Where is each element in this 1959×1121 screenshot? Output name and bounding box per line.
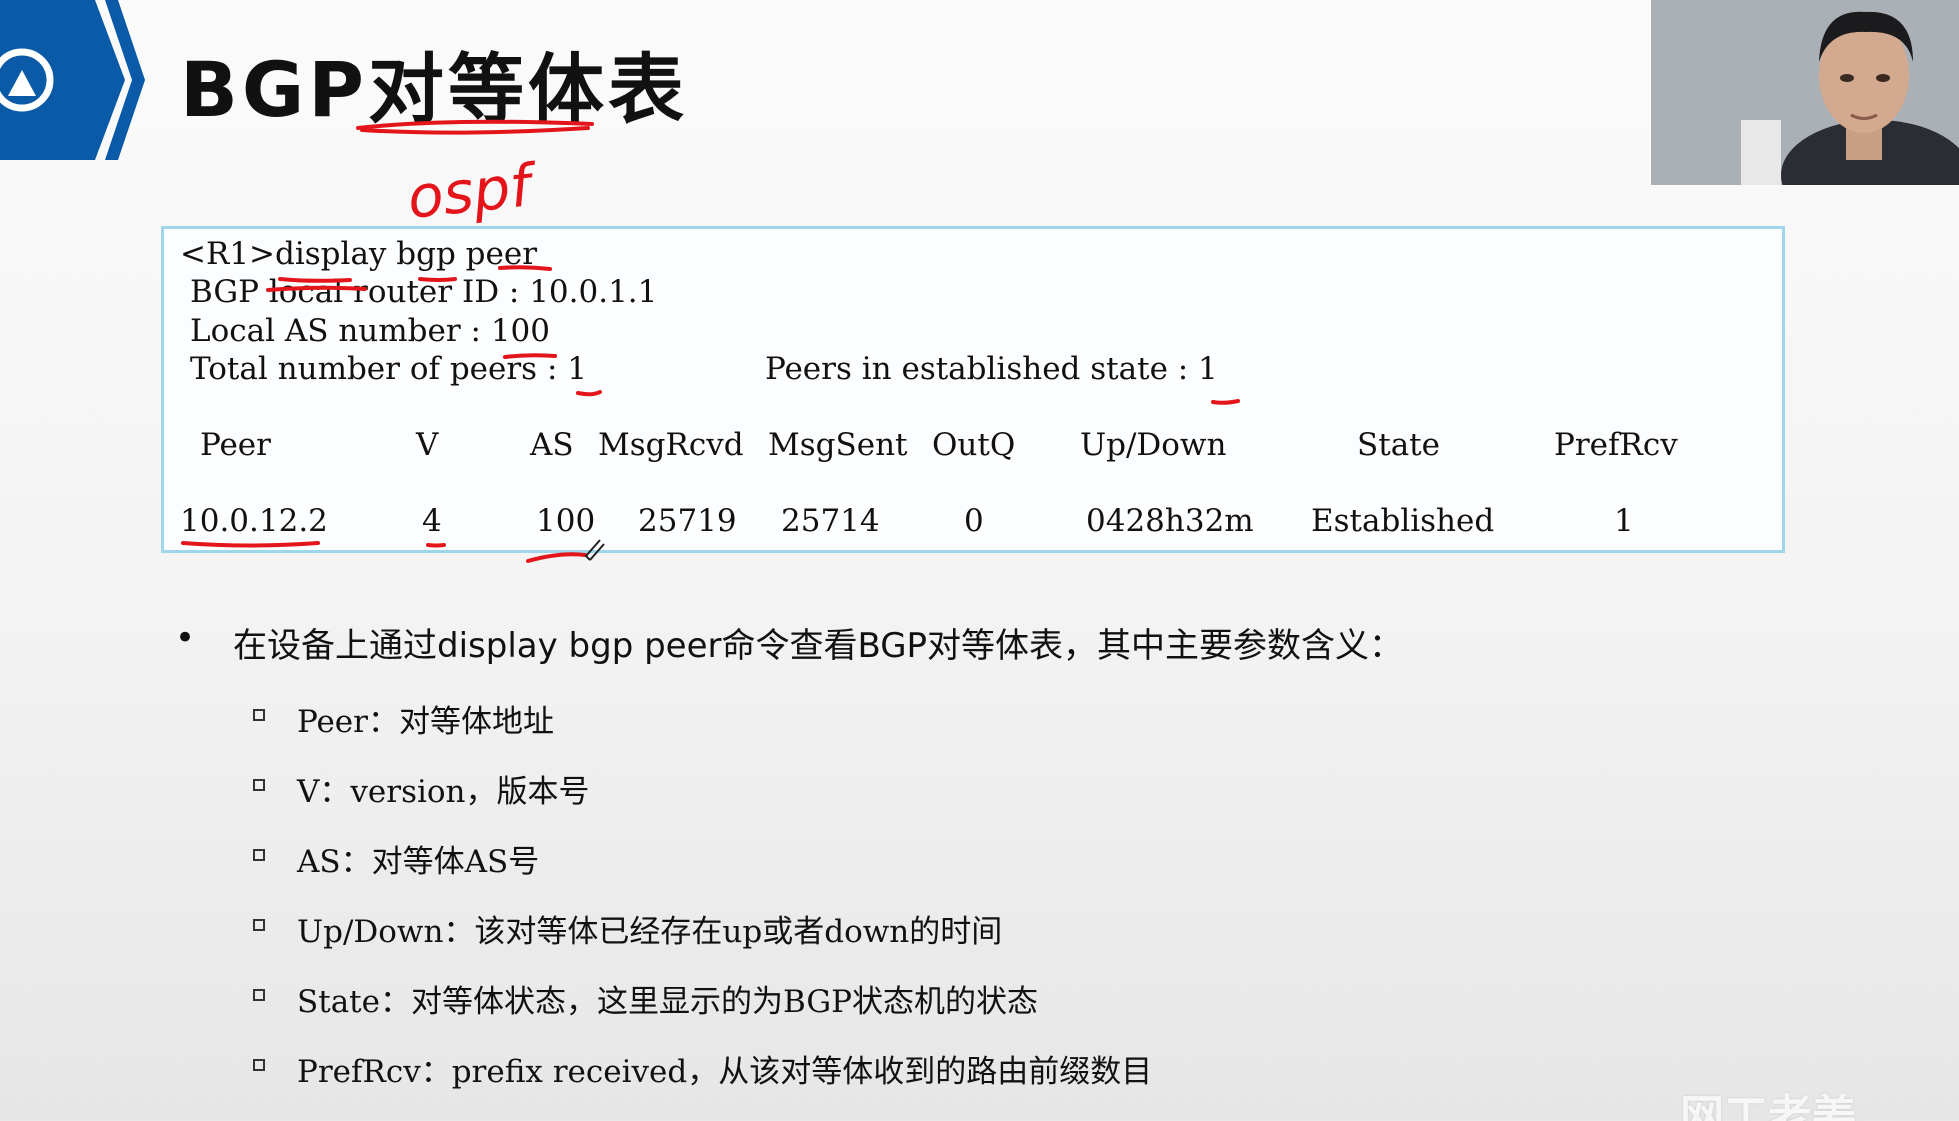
row-peer: 10.0.12.2 (180, 503, 328, 539)
square-bullet-icon (253, 989, 265, 1001)
cli-router-id: BGP local router ID : 10.0.1.1 (190, 274, 658, 310)
square-bullet-icon (253, 779, 265, 791)
webcam-video (1651, 0, 1959, 185)
header-msgsent: MsgSent (768, 427, 908, 463)
row-state: Established (1311, 503, 1495, 539)
watermark: 网工老姜 (1680, 1091, 1856, 1121)
header-msgrcvd: MsgRcvd (598, 427, 744, 463)
sub-bullet-text: V：version，版本号 (297, 774, 590, 810)
square-bullet-icon (253, 849, 265, 861)
row-msgrcvd: 25719 (638, 503, 737, 539)
bullet-dot: • (175, 618, 196, 658)
sub-bullet-text: PrefRcv：prefix received，从该对等体收到的路由前缀数目 (297, 1054, 1153, 1090)
row-msgsent: 25714 (781, 503, 880, 539)
row-prefrcv: 1 (1614, 503, 1634, 539)
cli-local-as: Local AS number : 100 (190, 313, 550, 349)
sub-bullet-text: Peer：对等体地址 (297, 704, 554, 740)
header-outq: OutQ (932, 427, 1016, 463)
header-peer: Peer (200, 427, 271, 463)
header-state: State (1357, 427, 1440, 463)
row-outq: 0 (964, 503, 984, 539)
cli-established-peers: Peers in established state : 1 (765, 351, 1218, 387)
header-as: AS (530, 427, 574, 463)
ospf-note: ospf (404, 151, 541, 232)
row-as: 100 (536, 503, 596, 539)
cli-total-peers: Total number of peers : 1 (190, 351, 587, 387)
main-bullet-text: 在设备上通过display bgp peer命令查看BGP对等体表，其中主要参数… (233, 626, 1404, 666)
row-v: 4 (422, 503, 442, 539)
sub-bullet-text: AS：对等体AS号 (297, 844, 540, 880)
header-v: V (416, 427, 439, 463)
header-updown: Up/Down (1080, 427, 1227, 463)
header-prefrcv: PrefRcv (1554, 427, 1678, 463)
sub-bullet-text: State：对等体状态，这里显示的为BGP状态机的状态 (297, 984, 1038, 1020)
cli-command: <R1>display bgp peer (180, 236, 538, 272)
cli-output-box: <R1>display bgp peer BGP local router ID… (161, 226, 1785, 553)
square-bullet-icon (253, 709, 265, 721)
row-updown: 0428h32m (1086, 503, 1254, 539)
underline-as (526, 552, 587, 563)
square-bullet-icon (253, 1059, 265, 1071)
square-bullet-icon (253, 919, 265, 931)
sub-bullet-text: Up/Down：该对等体已经存在up或者down的时间 (297, 914, 1003, 950)
page-title: BGP对等体表 (180, 45, 689, 134)
logo-icon (0, 0, 145, 160)
